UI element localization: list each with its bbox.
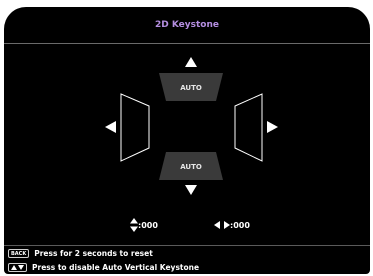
footer-divider: [4, 245, 370, 246]
keystone-diagram: AUTO AUTO: [105, 57, 278, 195]
vertical-keystone-readout: :000: [130, 217, 158, 233]
updown-hint-row: Press to disable Auto Vertical Keystone: [8, 262, 199, 273]
back-hint-text: Press for 2 seconds to reset: [34, 249, 153, 258]
leftright-arrows-icon: [214, 221, 230, 229]
horizontal-keystone-readout: :000: [214, 217, 250, 233]
back-key-icon: BACK: [8, 249, 30, 258]
left-keystone-shape[interactable]: [120, 93, 150, 162]
bottom-auto-trapezoid[interactable]: AUTO: [159, 152, 223, 180]
horizontal-value: :000: [230, 220, 250, 230]
vertical-value: :000: [138, 220, 158, 230]
back-hint-row: BACK Press for 2 seconds to reset: [8, 248, 153, 259]
left-arrow-icon[interactable]: [105, 121, 116, 133]
updown-arrows-icon: [130, 218, 138, 232]
top-auto-trapezoid[interactable]: AUTO: [159, 73, 223, 101]
updown-key-icon: [8, 263, 27, 272]
right-arrow-icon[interactable]: [267, 121, 278, 133]
updown-hint-text: Press to disable Auto Vertical Keystone: [32, 263, 200, 272]
right-keystone-shape[interactable]: [234, 93, 263, 162]
bottom-auto-label: AUTO: [180, 163, 202, 171]
down-arrow-icon[interactable]: [185, 185, 197, 195]
top-auto-label: AUTO: [180, 84, 202, 92]
up-arrow-icon[interactable]: [185, 57, 197, 67]
keystone-osd-window: 2D Keystone AUTO AUTO :000:000 BACK Pre…: [4, 7, 370, 274]
